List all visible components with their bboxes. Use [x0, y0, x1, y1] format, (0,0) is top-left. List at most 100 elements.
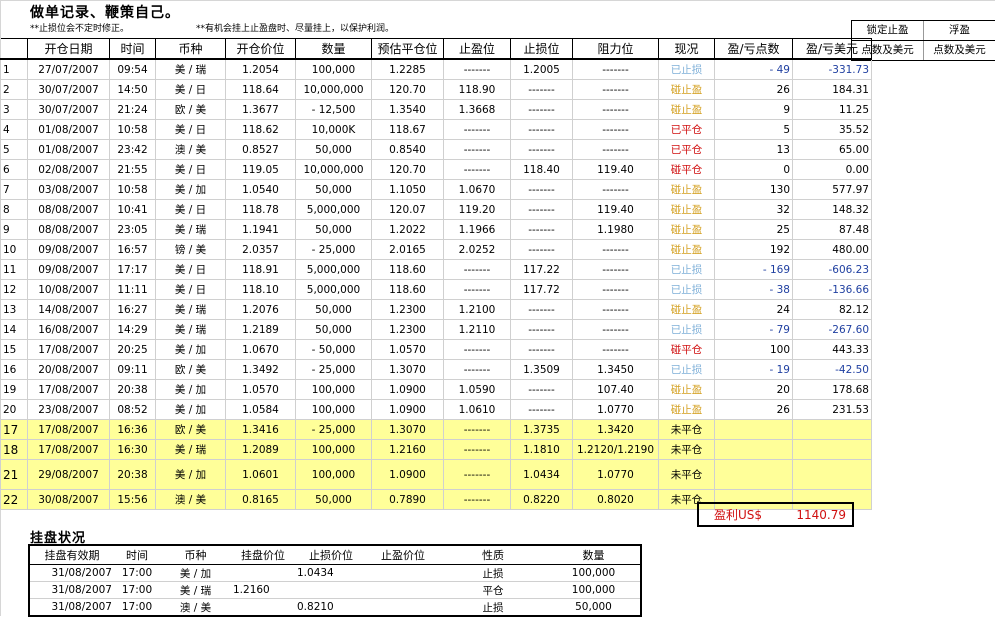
status-cell[interactable]: 碰止盈	[658, 299, 715, 320]
status-cell[interactable]: 碰止盈	[658, 379, 715, 400]
pending-validity-cell[interactable]: 31/08/2007	[29, 598, 114, 616]
status-cell[interactable]: 已止损	[658, 359, 715, 380]
open-price-cell[interactable]: 0.8527	[225, 139, 296, 160]
pl-points-cell[interactable]: 5	[714, 119, 793, 140]
pending-validity-cell[interactable]: 31/08/2007	[29, 564, 114, 582]
index-cell[interactable]: 19	[0, 379, 28, 400]
index-cell[interactable]: 15	[0, 339, 28, 360]
pending-validity-cell[interactable]: 31/08/2007	[29, 581, 114, 599]
estimated-close-cell[interactable]: 1.2300	[371, 319, 444, 340]
index-cell[interactable]: 6	[0, 159, 28, 180]
open-date-cell[interactable]: 02/08/2007	[27, 159, 110, 180]
pair-cell[interactable]: 美 / 瑞	[155, 299, 226, 320]
resistance-cell[interactable]: 1.2120/1.2190	[572, 439, 659, 460]
open-date-cell[interactable]: 08/08/2007	[27, 199, 110, 220]
open-date-cell[interactable]: 10/08/2007	[27, 279, 110, 300]
pair-cell[interactable]: 美 / 瑞	[155, 319, 226, 340]
open-price-cell[interactable]: 1.2076	[225, 299, 296, 320]
pending-price-cell[interactable]	[231, 564, 295, 582]
open-price-cell[interactable]: 1.2089	[225, 439, 296, 460]
take-profit-cell[interactable]: 1.0610	[443, 399, 511, 420]
status-cell[interactable]: 碰止盈	[658, 199, 715, 220]
estimated-close-cell[interactable]: 1.1050	[371, 179, 444, 200]
take-profit-cell[interactable]: 2.0252	[443, 239, 511, 260]
pending-pair-cell[interactable]: 美 / 加	[160, 564, 231, 582]
pair-cell[interactable]: 澳 / 美	[155, 489, 226, 510]
status-cell[interactable]: 已止损	[658, 58, 715, 80]
estimated-close-cell[interactable]: 0.8540	[371, 139, 444, 160]
quantity-cell[interactable]: 50,000	[295, 489, 372, 510]
stop-loss-cell[interactable]: 117.72	[510, 279, 573, 300]
pl-points-cell[interactable]: 100	[714, 339, 793, 360]
open-price-cell[interactable]: 118.62	[225, 119, 296, 140]
pending-take-cell[interactable]	[367, 598, 439, 616]
open-price-cell[interactable]: 1.2189	[225, 319, 296, 340]
estimated-close-cell[interactable]: 1.0900	[371, 459, 444, 490]
quantity-cell[interactable]: 100,000	[295, 439, 372, 460]
stop-loss-cell[interactable]: -------	[510, 399, 573, 420]
pl-points-cell[interactable]: 130	[714, 179, 793, 200]
open-date-cell[interactable]: 30/07/2007	[27, 99, 110, 120]
time-cell[interactable]: 16:57	[109, 239, 156, 260]
status-cell[interactable]: 碰止盈	[658, 79, 715, 100]
open-price-cell[interactable]: 118.78	[225, 199, 296, 220]
estimated-close-cell[interactable]: 118.67	[371, 119, 444, 140]
time-cell[interactable]: 20:25	[109, 339, 156, 360]
open-price-cell[interactable]: 119.05	[225, 159, 296, 180]
time-cell[interactable]: 10:58	[109, 179, 156, 200]
open-date-cell[interactable]: 14/08/2007	[27, 299, 110, 320]
quantity-cell[interactable]: 50,000	[295, 319, 372, 340]
open-price-cell[interactable]: 0.8165	[225, 489, 296, 510]
index-cell[interactable]: 18	[0, 439, 28, 460]
pending-qty-cell[interactable]: 50,000	[547, 598, 641, 616]
take-profit-cell[interactable]: 1.1966	[443, 219, 511, 240]
pair-cell[interactable]: 美 / 日	[155, 119, 226, 140]
take-profit-cell[interactable]: -------	[443, 419, 511, 440]
pl-points-cell[interactable]: 20	[714, 379, 793, 400]
estimated-close-cell[interactable]: 1.2160	[371, 439, 444, 460]
quantity-cell[interactable]: - 50,000	[295, 339, 372, 360]
pl-usd-cell[interactable]: 0.00	[792, 159, 872, 180]
pending-pair-cell[interactable]: 澳 / 美	[160, 598, 231, 616]
pl-usd-cell[interactable]: -42.50	[792, 359, 872, 380]
index-cell[interactable]: 8	[0, 199, 28, 220]
pending-price-cell[interactable]: 1.2160	[231, 581, 295, 599]
resistance-cell[interactable]: 0.8020	[572, 489, 659, 510]
quantity-cell[interactable]: 50,000	[295, 139, 372, 160]
index-cell[interactable]: 21	[0, 459, 28, 490]
stop-loss-cell[interactable]: -------	[510, 379, 573, 400]
pending-qty-cell[interactable]: 100,000	[547, 564, 641, 582]
pl-points-cell[interactable]: 24	[714, 299, 793, 320]
stop-loss-cell[interactable]: 117.22	[510, 259, 573, 280]
pl-points-cell[interactable]: 25	[714, 219, 793, 240]
quantity-cell[interactable]: 5,000,000	[295, 199, 372, 220]
pair-cell[interactable]: 美 / 加	[155, 339, 226, 360]
status-cell[interactable]: 碰止盈	[658, 239, 715, 260]
open-date-cell[interactable]: 09/08/2007	[27, 259, 110, 280]
pair-cell[interactable]: 美 / 日	[155, 79, 226, 100]
time-cell[interactable]: 10:41	[109, 199, 156, 220]
open-date-cell[interactable]: 01/08/2007	[27, 139, 110, 160]
status-cell[interactable]: 碰止盈	[658, 99, 715, 120]
status-cell[interactable]: 已止损	[658, 259, 715, 280]
pl-usd-cell[interactable]: 148.32	[792, 199, 872, 220]
pending-type-cell[interactable]: 平仓	[439, 581, 547, 599]
pending-pair-cell[interactable]: 美 / 瑞	[160, 581, 231, 599]
pl-points-cell[interactable]: 26	[714, 79, 793, 100]
pair-cell[interactable]: 美 / 日	[155, 159, 226, 180]
open-date-cell[interactable]: 09/08/2007	[27, 239, 110, 260]
resistance-cell[interactable]: 1.1980	[572, 219, 659, 240]
pl-usd-cell[interactable]: 184.31	[792, 79, 872, 100]
take-profit-cell[interactable]: 119.20	[443, 199, 511, 220]
quantity-cell[interactable]: 100,000	[295, 58, 372, 80]
time-cell[interactable]: 16:30	[109, 439, 156, 460]
status-cell[interactable]: 已平仓	[658, 119, 715, 140]
pl-usd-cell[interactable]	[792, 439, 872, 460]
pl-usd-cell[interactable]: 65.00	[792, 139, 872, 160]
take-profit-cell[interactable]: -------	[443, 139, 511, 160]
quantity-cell[interactable]: 10,000,000	[295, 159, 372, 180]
time-cell[interactable]: 08:52	[109, 399, 156, 420]
estimated-close-cell[interactable]: 120.70	[371, 79, 444, 100]
estimated-close-cell[interactable]: 118.60	[371, 259, 444, 280]
stop-loss-cell[interactable]: -------	[510, 319, 573, 340]
